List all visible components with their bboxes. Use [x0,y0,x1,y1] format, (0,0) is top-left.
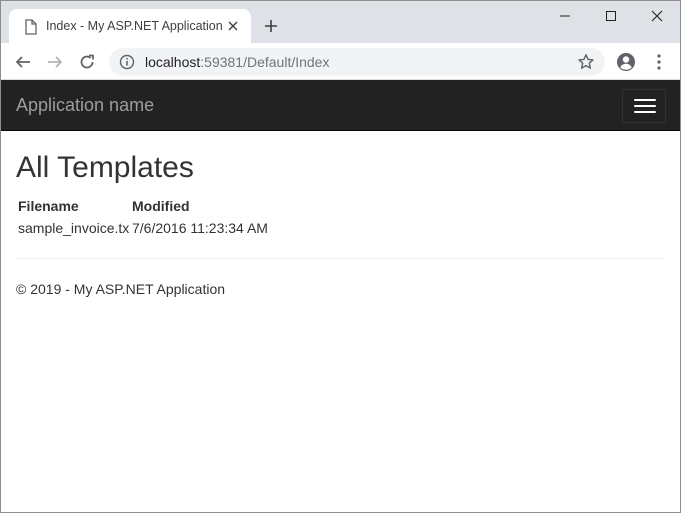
brand-link[interactable]: Application name [16,95,154,116]
back-arrow-icon[interactable] [12,51,34,73]
hamburger-icon [634,99,656,101]
table-header-row: Filename Modified [16,195,270,217]
new-tab-icon[interactable] [261,16,281,36]
url-path: :59381/Default/Index [200,54,330,70]
column-header-modified: Modified [132,197,190,214]
navbar-toggle-button[interactable] [622,89,666,123]
bookmark-star-icon[interactable] [577,53,595,71]
tab-title: Index - My ASP.NET Application [46,19,223,33]
table-row: sample_invoice.tx 7/6/2016 11:23:34 AM [16,217,270,239]
address-bar[interactable]: localhost:59381/Default/Index [109,48,605,76]
templates-table: Filename Modified sample_invoice.tx 7/6/… [16,195,270,239]
filename-cell: sample_invoice.tx [18,220,130,236]
footer-divider [16,258,665,259]
reload-icon[interactable] [76,51,98,73]
browser-window: Index - My ASP.NET Application localhost… [0,0,681,513]
profile-avatar-icon[interactable] [616,52,636,72]
site-navbar: Application name [1,80,680,131]
column-header-filename: Filename [18,197,79,214]
hamburger-icon [634,111,656,113]
close-window-icon[interactable] [634,1,680,31]
maximize-icon[interactable] [588,1,634,31]
page-title: All Templates [16,151,194,184]
info-icon[interactable] [119,54,135,70]
browser-tab[interactable]: Index - My ASP.NET Application [9,9,251,43]
url-host: localhost [145,54,201,70]
tab-strip: Index - My ASP.NET Application [1,1,680,43]
close-tab-icon[interactable] [225,18,241,34]
more-vertical-icon[interactable] [651,52,667,72]
browser-toolbar: localhost:59381/Default/Index [1,43,680,80]
hamburger-icon [634,105,656,107]
minimize-icon[interactable] [542,1,588,31]
footer-text: © 2019 - My ASP.NET Application [16,281,226,297]
document-icon [24,19,38,35]
url-text: localhost:59381/Default/Index [145,54,329,70]
forward-arrow-icon[interactable] [44,51,66,73]
modified-cell: 7/6/2016 11:23:34 AM [132,220,268,236]
